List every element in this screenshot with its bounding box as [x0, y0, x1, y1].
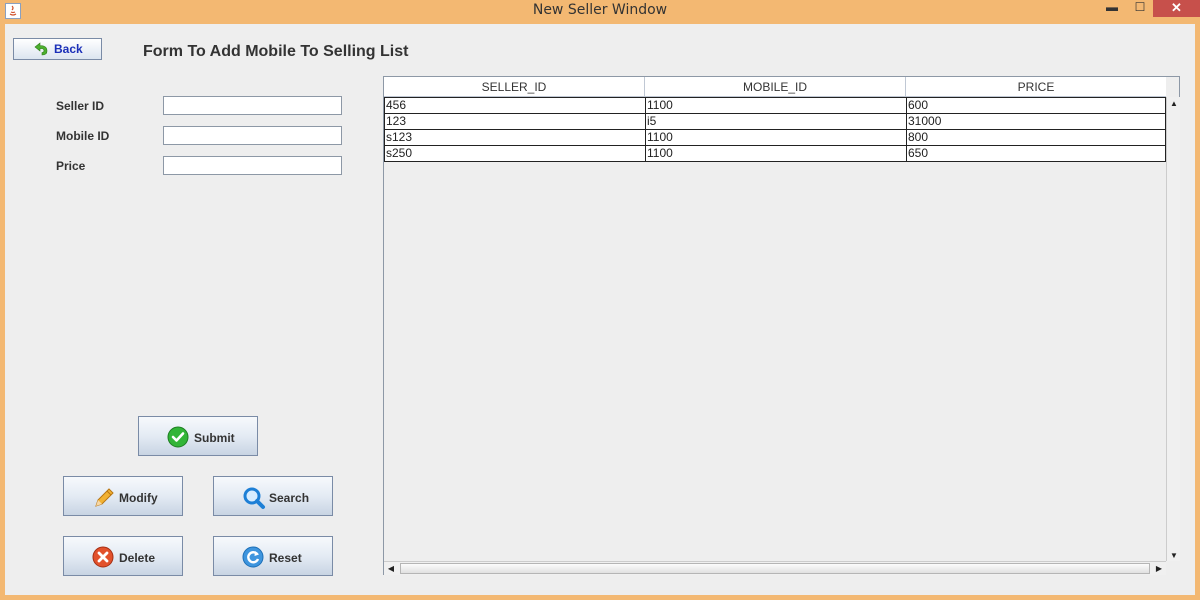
cell-price[interactable]: 800 — [907, 130, 1165, 145]
close-button[interactable]: ✕ — [1153, 0, 1200, 17]
cell-seller-id[interactable]: s250 — [385, 146, 646, 161]
delete-x-icon — [92, 546, 114, 571]
seller-table: SELLER_ID MOBILE_ID PRICE 456 1100 600 1… — [383, 76, 1180, 575]
refresh-icon — [242, 546, 264, 571]
submit-button[interactable]: Submit — [138, 416, 258, 456]
cell-price[interactable]: 650 — [907, 146, 1165, 161]
table-header: SELLER_ID MOBILE_ID PRICE — [384, 77, 1166, 97]
column-header-seller-id[interactable]: SELLER_ID — [384, 77, 645, 97]
horizontal-scrollbar[interactable]: ◀ ▶ — [384, 561, 1166, 575]
modify-button-label: Modify — [119, 491, 158, 505]
horizontal-scroll-thumb[interactable] — [400, 563, 1150, 574]
column-header-mobile-id[interactable]: MOBILE_ID — [645, 77, 906, 97]
price-input[interactable] — [163, 156, 342, 175]
cell-seller-id[interactable]: 123 — [385, 114, 646, 129]
table-row[interactable]: 456 1100 600 — [385, 97, 1165, 113]
window-title: New Seller Window — [532, 2, 668, 18]
check-circle-icon — [167, 426, 189, 451]
cell-price[interactable]: 31000 — [907, 114, 1165, 129]
content-pane: Back Form To Add Mobile To Selling List … — [5, 24, 1195, 595]
app-window: New Seller Window ▬ ☐ ✕ Back Form To Add… — [0, 0, 1200, 600]
search-icon — [242, 486, 266, 513]
search-button[interactable]: Search — [213, 476, 333, 516]
pencil-icon — [92, 486, 116, 513]
cell-mobile-id[interactable]: 1100 — [646, 98, 907, 113]
table-row[interactable]: s123 1100 800 — [385, 129, 1165, 145]
scroll-right-arrow-icon[interactable]: ▶ — [1152, 562, 1166, 575]
back-button[interactable]: Back — [13, 38, 102, 60]
cell-mobile-id[interactable]: 1100 — [646, 130, 907, 145]
back-button-label: Back — [54, 42, 83, 56]
mobile-id-input[interactable] — [163, 126, 342, 145]
cell-mobile-id[interactable]: i5 — [646, 114, 907, 129]
scroll-corner — [1166, 561, 1180, 575]
cell-seller-id[interactable]: 456 — [385, 98, 646, 113]
reset-button-label: Reset — [269, 551, 302, 565]
scroll-up-arrow-icon[interactable]: ▲ — [1167, 97, 1181, 111]
column-header-price[interactable]: PRICE — [906, 77, 1166, 97]
seller-id-input[interactable] — [163, 96, 342, 115]
form-title: Form To Add Mobile To Selling List — [143, 43, 409, 60]
seller-id-label: Seller ID — [56, 99, 105, 113]
mobile-id-label: Mobile ID — [56, 129, 110, 143]
scroll-left-arrow-icon[interactable]: ◀ — [384, 562, 398, 575]
delete-button[interactable]: Delete — [63, 536, 183, 576]
submit-button-label: Submit — [194, 431, 235, 445]
cell-seller-id[interactable]: s123 — [385, 130, 646, 145]
delete-button-label: Delete — [119, 551, 156, 565]
reset-button[interactable]: Reset — [213, 536, 333, 576]
price-label: Price — [56, 159, 86, 173]
modify-button[interactable]: Modify — [63, 476, 183, 516]
minimize-button[interactable]: ▬ — [1100, 0, 1124, 16]
search-button-label: Search — [269, 491, 310, 505]
maximize-button[interactable]: ☐ — [1128, 0, 1152, 16]
cell-mobile-id[interactable]: 1100 — [646, 146, 907, 161]
back-arrow-icon — [32, 41, 50, 60]
title-bar[interactable]: New Seller Window ▬ ☐ ✕ — [0, 0, 1200, 24]
cell-price[interactable]: 600 — [907, 98, 1165, 113]
vertical-scrollbar[interactable]: ▲ ▼ — [1166, 97, 1180, 563]
table-row[interactable]: s250 1100 650 — [385, 145, 1165, 161]
table-row[interactable]: 123 i5 31000 — [385, 113, 1165, 129]
table-body: 456 1100 600 123 i5 31000 s123 1100 800 … — [384, 97, 1166, 162]
